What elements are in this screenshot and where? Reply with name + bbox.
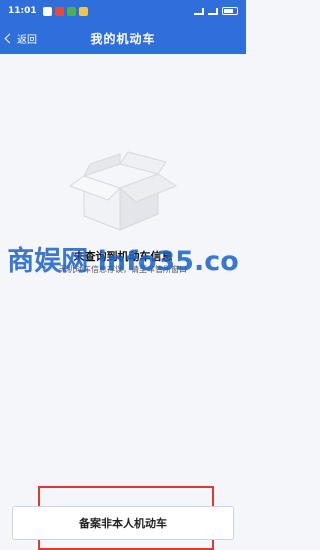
register-non-owner-vehicle-button[interactable]: 备案非本人机动车	[12, 506, 234, 540]
status-app-icons	[42, 6, 88, 16]
status-indicators	[194, 7, 238, 15]
notification-app-icon	[54, 6, 64, 16]
watermark: 商娱网 info35.co	[7, 245, 239, 277]
notification-app-icon	[66, 6, 76, 16]
back-label: 返回	[17, 34, 37, 46]
empty-box-icon	[68, 151, 178, 231]
page-title: 我的机动车	[90, 31, 156, 46]
back-button[interactable]: 返回	[4, 22, 37, 54]
wifi-icon	[194, 7, 204, 15]
signal-icon	[208, 7, 218, 15]
nav-bar: 返回 我的机动车	[0, 22, 246, 54]
status-bar: 11:01	[0, 0, 246, 22]
notification-app-icon	[78, 6, 88, 16]
status-time: 11:01	[8, 6, 37, 16]
chevron-left-icon	[4, 33, 15, 43]
battery-icon	[222, 7, 238, 15]
notification-app-icon	[42, 6, 52, 16]
